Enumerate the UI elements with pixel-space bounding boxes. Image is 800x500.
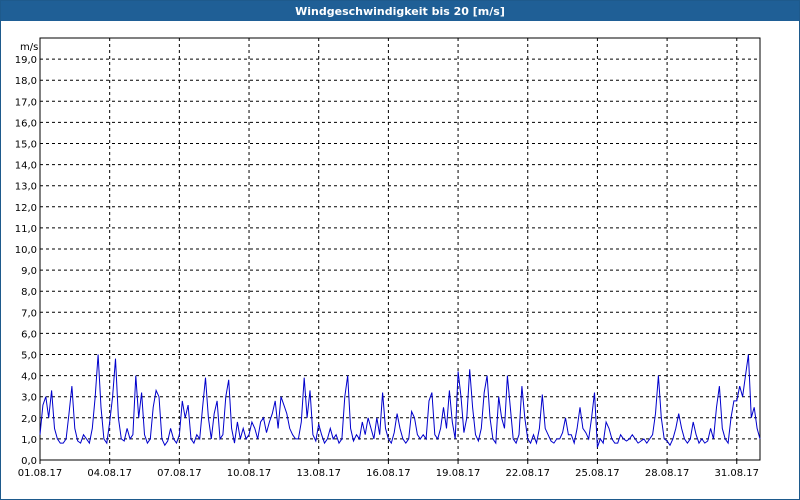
- y-tick-label: 2,0: [21, 414, 37, 425]
- x-tick-label: 16.08.17: [366, 468, 411, 479]
- y-tick-label: 7,0: [21, 308, 37, 319]
- y-axis-unit-label: m/s: [20, 42, 38, 53]
- y-tick-label: 15,0: [15, 140, 37, 151]
- x-tick-label: 22.08.17: [505, 468, 550, 479]
- x-tick-label: 10.08.17: [227, 468, 272, 479]
- y-tick-label: 16,0: [15, 118, 37, 129]
- y-tick-label: 18,0: [15, 76, 37, 87]
- y-tick-label: 5,0: [21, 351, 37, 362]
- y-tick-label: 13,0: [15, 182, 37, 193]
- x-tick-label: 19.08.17: [436, 468, 481, 479]
- series-line-wind-speed: [39, 354, 761, 448]
- x-tick-label: 25.08.17: [575, 468, 620, 479]
- x-tick-label: 01.08.17: [18, 468, 63, 479]
- y-tick-label: 17,0: [15, 97, 37, 108]
- y-axis-ticks: 0,0 1,0 2,0 3,0 4,0 5,0 6,0 7,0 8,0 9,0 10,0 11,0 12…: [15, 55, 37, 467]
- y-tick-label: 9,0: [21, 266, 37, 277]
- y-tick-label: 4,0: [21, 372, 37, 383]
- y-tick-label: 19,0: [15, 55, 37, 66]
- y-tick-label: 8,0: [21, 287, 37, 298]
- chart-grid: [40, 38, 760, 460]
- x-tick-label: 07.08.17: [157, 468, 202, 479]
- y-tick-label: 6,0: [21, 329, 37, 340]
- y-tick-label: 1,0: [21, 435, 37, 446]
- y-tick-label: 3,0: [21, 393, 37, 404]
- y-tick-label: 10,0: [15, 245, 37, 256]
- y-tick-label: 0,0: [21, 456, 37, 467]
- x-axis-ticks: 01.08.17 04.08.17 07.08.17 10.08.17 13.08.17…: [18, 460, 759, 479]
- x-tick-label: 28.08.17: [645, 468, 690, 479]
- y-tick-label: 11,0: [15, 224, 37, 235]
- x-tick-label: 04.08.17: [87, 468, 132, 479]
- x-tick-label: 13.08.17: [296, 468, 341, 479]
- chart-canvas: m/s 0,0 1,0 2,0 3,0 4,0 5,0 6,0 7,0 8,0 9,0 10,0 11…: [15, 37, 761, 479]
- y-tick-label: 12,0: [15, 203, 37, 214]
- y-tick-label: 14,0: [15, 161, 37, 172]
- x-tick-label: 31.08.17: [715, 468, 760, 479]
